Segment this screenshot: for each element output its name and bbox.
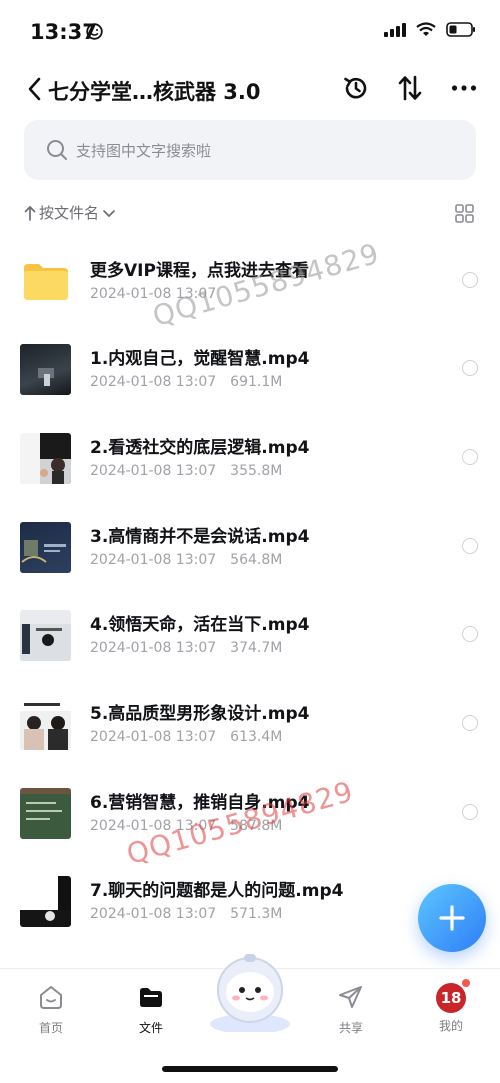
file-name: 2.看透社交的底层逻辑.mp4 <box>90 438 310 458</box>
folder-icon <box>24 264 68 300</box>
select-radio[interactable] <box>462 715 478 731</box>
tab-label: 我的 <box>438 1019 463 1033</box>
tab-home[interactable]: 首页 <box>11 983 91 1036</box>
home-indicator <box>162 1066 338 1072</box>
grid-view-icon[interactable] <box>455 204 474 223</box>
select-radio[interactable] <box>462 272 478 288</box>
search-input[interactable]: 支持图中文字搜索啦 <box>24 120 476 180</box>
thumbnail-image <box>40 433 71 484</box>
video-thumbnail <box>20 522 71 573</box>
file-name: 4.领悟天命，活在当下.mp4 <box>90 615 310 635</box>
tab-share[interactable]: 共享 <box>311 983 391 1036</box>
send-icon <box>339 986 362 1008</box>
thumbnail-image <box>38 368 54 386</box>
video-thumbnail <box>20 433 71 484</box>
video-thumbnail <box>20 699 71 750</box>
file-date: 2024-01-08 13:07 <box>90 640 217 656</box>
select-radio[interactable] <box>462 449 478 465</box>
file-date: 2024-01-08 13:07 <box>90 729 217 745</box>
mascot-button[interactable] <box>204 952 296 1034</box>
sort-arrows-icon <box>398 75 422 101</box>
file-name: 5.高品质型男形象设计.mp4 <box>90 704 310 724</box>
select-radio[interactable] <box>462 626 478 642</box>
select-radio[interactable] <box>462 804 478 820</box>
history-button[interactable] <box>340 72 372 104</box>
file-name: 3.高情商并不是会说话.mp4 <box>90 527 310 547</box>
search-icon <box>47 140 67 160</box>
file-meta: 2024-01-08 13:07 564.8M <box>90 552 282 568</box>
file-row[interactable]: 4.领悟天命，活在当下.mp4 2024-01-08 13:07 374.7M <box>0 596 500 684</box>
file-row[interactable]: 3.高情商并不是会说话.mp4 2024-01-08 13:07 564.8M <box>0 508 500 596</box>
file-size: 374.7M <box>230 640 283 656</box>
file-name: 1.内观自己，觉醒智慧.mp4 <box>90 349 310 369</box>
tab-profile[interactable]: 18 我的 <box>411 979 491 1034</box>
file-meta: 2024-01-08 13:07 613.4M <box>90 729 282 745</box>
video-thumbnail <box>20 788 71 839</box>
file-meta: 2024-01-08 13:07 691.1M <box>90 374 282 390</box>
tab-files[interactable]: 文件 <box>111 983 191 1036</box>
avatar-badge: 18 <box>440 989 462 1007</box>
thumbnail-image <box>20 876 71 927</box>
sort-label: 按文件名 <box>39 204 100 222</box>
video-thumbnail <box>20 344 71 395</box>
video-thumbnail <box>20 610 71 661</box>
astronaut-mascot-icon <box>210 954 290 1034</box>
file-meta: 2024-01-08 13:07 355.8M <box>90 463 282 479</box>
plus-icon <box>439 905 465 931</box>
arrow-up-icon <box>24 205 36 221</box>
signal-icon <box>384 22 406 37</box>
file-date: 2024-01-08 13:07 <box>90 906 217 922</box>
tab-label: 文件 <box>138 1021 163 1035</box>
more-dots-icon <box>451 85 477 91</box>
select-radio[interactable] <box>462 538 478 554</box>
file-date: 2024-01-08 13:07 <box>90 463 217 479</box>
file-meta: 2024-01-08 13:07 571.3M <box>90 906 282 922</box>
file-size: 613.4M <box>230 729 283 745</box>
status-bar: 13:37 <box>0 0 500 60</box>
thumbnail-image <box>20 624 71 661</box>
more-button[interactable] <box>448 72 480 104</box>
history-icon <box>344 77 367 99</box>
nav-header: 七分学堂…核武器 3.0 <box>0 62 500 116</box>
home-icon <box>40 986 62 1009</box>
select-radio[interactable] <box>462 360 478 376</box>
file-row[interactable]: 1.内观自己，觉醒智慧.mp4 2024-01-08 13:07 691.1M <box>0 330 500 418</box>
avatar: 18 <box>436 979 470 1013</box>
file-size: 355.8M <box>230 463 283 479</box>
tab-label: 共享 <box>338 1021 363 1035</box>
wifi-icon <box>416 22 436 36</box>
tab-label: 首页 <box>38 1021 63 1035</box>
chevron-down-icon <box>103 209 115 217</box>
file-row[interactable]: 2.看透社交的底层逻辑.mp4 2024-01-08 13:07 355.8M <box>0 419 500 507</box>
thumbnail-image <box>21 540 66 563</box>
sort-bar: 按文件名 <box>0 198 500 228</box>
battery-icon <box>446 22 475 37</box>
file-size: 691.1M <box>230 374 283 390</box>
video-thumbnail <box>20 876 71 927</box>
file-name: 7.聊天的问题都是人的问题.mp4 <box>90 881 344 901</box>
status-icons <box>384 22 476 37</box>
file-row[interactable]: 5.高品质型男形象设计.mp4 2024-01-08 13:07 613.4M <box>0 685 500 773</box>
folder-icon <box>140 988 162 1007</box>
page-title: 七分学堂…核武器 3.0 <box>48 80 261 104</box>
add-button[interactable] <box>418 884 486 952</box>
file-date: 2024-01-08 13:07 <box>90 374 217 390</box>
file-size: 564.8M <box>230 552 283 568</box>
sort-toggle-button[interactable] <box>394 72 426 104</box>
thumbnail-image <box>20 699 71 750</box>
sort-by-name-button[interactable]: 按文件名 <box>24 202 116 223</box>
file-date: 2024-01-08 13:07 <box>90 552 217 568</box>
smiley-icon <box>86 23 103 40</box>
file-size: 571.3M <box>230 906 283 922</box>
file-meta: 2024-01-08 13:07 374.7M <box>90 640 282 656</box>
notification-dot <box>462 979 470 987</box>
back-arrow-icon[interactable] <box>24 74 44 104</box>
search-placeholder: 支持图中文字搜索啦 <box>76 142 212 160</box>
thumbnail-image <box>20 788 71 820</box>
